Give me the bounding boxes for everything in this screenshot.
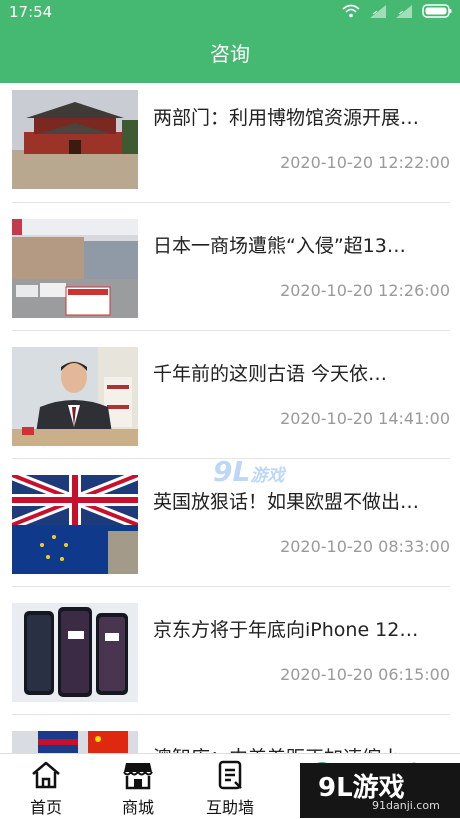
news-thumbnail [12,219,138,318]
news-time: 2020-10-20 06:15:00 [280,665,450,684]
news-time: 2020-10-20 12:26:00 [280,281,450,300]
news-thumbnail [12,475,138,574]
signal-icon [370,4,386,18]
news-thumbnail [12,347,138,446]
news-item[interactable]: 千年前的这则古语 今天依… 2020-10-20 14:41:00 [12,331,450,459]
news-time: 2020-10-20 12:22:00 [280,153,450,172]
status-time: 17:54 [9,3,53,21]
news-title: 京东方将于年底向iPhone 12… [153,619,419,641]
news-item[interactable]: 两部门：利用博物馆资源开展… 2020-10-20 12:22:00 [12,83,450,203]
news-title: 澳智库：中美差距正加速缩小 [153,743,450,753]
news-item[interactable]: 京东方将于年底向iPhone 12… 2020-10-20 06:15:00 [12,587,450,715]
page-title: 咨询 [210,42,250,66]
tab-store[interactable]: 商城 [92,754,184,819]
news-item[interactable]: 澳智库：中美差距正加速缩小 [12,715,450,753]
tab-home[interactable]: 首页 [0,754,92,819]
tab-label: 首页 [29,798,62,817]
status-icons [342,4,452,18]
status-bar: 17:54 [0,0,460,26]
news-thumbnail [12,731,138,753]
news-title: 日本一商场遭熊“入侵”超13… [153,235,406,257]
news-title: 两部门：利用博物馆资源开展… [153,107,420,129]
news-thumbnail [12,90,138,189]
tab-label: 商城 [121,798,154,817]
home-icon [32,761,60,789]
watermark-url: 91danji.com [372,799,440,812]
tab-label: 互助墙 [205,798,254,817]
news-thumbnail [12,603,138,702]
notes-icon [218,760,242,790]
news-title: 英国放狠话！如果欧盟不做出… [153,491,420,513]
news-item[interactable]: 日本一商场遭熊“入侵”超13… 2020-10-20 12:26:00 [12,203,450,331]
watermark-logo: 9L游戏 [213,455,285,488]
news-time: 2020-10-20 08:33:00 [280,537,450,556]
tab-help-wall[interactable]: 互助墙 [184,754,276,819]
news-list[interactable]: 两部门：利用博物馆资源开展… 2020-10-20 12:22:00 日本一商场… [0,83,460,753]
app-header: 17:54 咨询 [0,0,460,83]
watermark-corner-logo: 9L游戏 91danji.com [300,763,460,818]
news-title: 千年前的这则古语 今天依… [153,363,388,385]
signal-icon-2 [396,4,412,18]
store-icon [123,763,153,790]
news-time: 2020-10-20 14:41:00 [280,409,450,428]
wifi-icon [342,4,360,18]
battery-icon [422,4,452,18]
